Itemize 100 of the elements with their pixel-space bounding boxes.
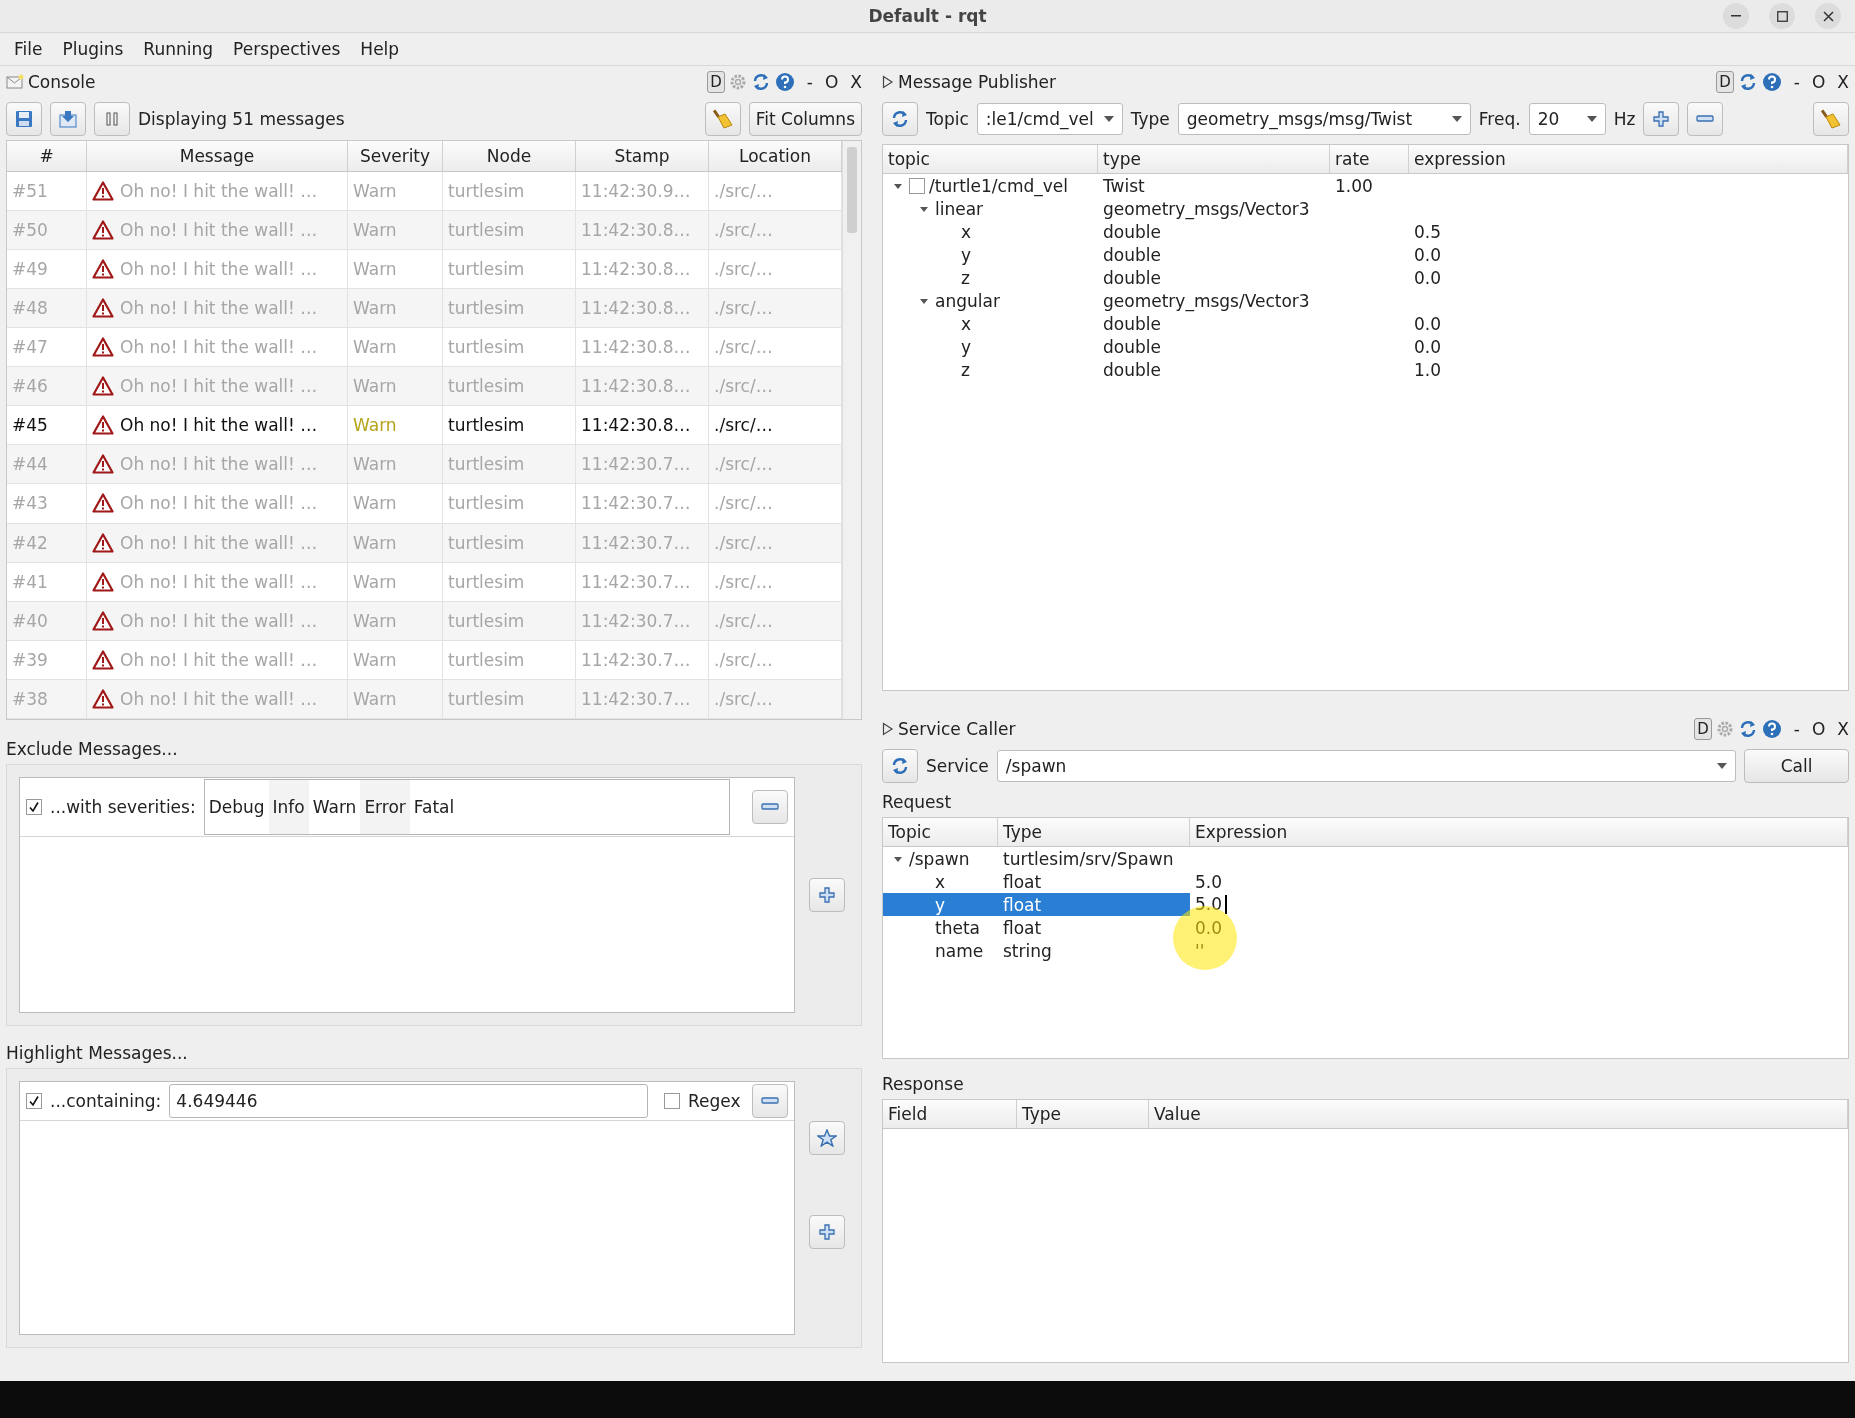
dock-control[interactable]: - bbox=[1793, 719, 1800, 739]
expand-triangle-icon[interactable] bbox=[882, 722, 894, 736]
tree-cell[interactable]: 0.0 bbox=[1414, 336, 1442, 357]
column-header[interactable]: type bbox=[1098, 145, 1330, 173]
column-header[interactable]: Value bbox=[1149, 1100, 1848, 1128]
table-cell: Warn bbox=[348, 640, 443, 680]
collapse-arrow-icon[interactable] bbox=[893, 854, 903, 863]
tree-cell[interactable]: 0.0 bbox=[1414, 267, 1442, 288]
refresh-button[interactable] bbox=[882, 749, 918, 783]
warning-icon bbox=[92, 180, 114, 201]
minimize-button[interactable] bbox=[1723, 3, 1749, 29]
column-header[interactable]: Node bbox=[443, 141, 576, 171]
expand-triangle-icon[interactable] bbox=[882, 75, 894, 89]
message-text: Oh no! I hit the wall! … bbox=[120, 493, 318, 514]
maximize-button[interactable] bbox=[1769, 3, 1795, 29]
dock-control[interactable]: O bbox=[824, 72, 839, 92]
message-text: Oh no! I hit the wall! … bbox=[120, 415, 318, 436]
add-button[interactable] bbox=[1643, 102, 1680, 136]
tree-cell: double bbox=[1103, 313, 1161, 334]
column-header[interactable]: Type bbox=[998, 818, 1190, 846]
menu-item[interactable]: Plugins bbox=[62, 39, 124, 59]
clear-button[interactable] bbox=[1813, 102, 1849, 136]
collapse-arrow-icon[interactable] bbox=[893, 181, 903, 190]
column-header[interactable]: topic bbox=[883, 145, 1098, 173]
collapse-arrow-icon[interactable] bbox=[919, 296, 929, 305]
column-header[interactable]: rate bbox=[1330, 145, 1409, 173]
minus-icon bbox=[1696, 115, 1715, 123]
dock-badge[interactable]: D bbox=[1716, 71, 1734, 93]
add-button[interactable] bbox=[809, 878, 845, 912]
message-text: Oh no! I hit the wall! … bbox=[120, 376, 318, 397]
clear-button[interactable] bbox=[704, 102, 741, 136]
column-header[interactable]: # bbox=[7, 141, 87, 171]
column-header[interactable]: Expression bbox=[1190, 818, 1848, 846]
severity-item[interactable]: Info bbox=[268, 780, 309, 834]
table-cell: #48 bbox=[7, 288, 87, 329]
severity-item[interactable]: Debug bbox=[204, 780, 269, 834]
topic-dropdown[interactable]: :le1/cmd_vel bbox=[976, 103, 1123, 135]
dock-control[interactable]: - bbox=[806, 72, 813, 92]
tree-cell: float bbox=[1003, 917, 1042, 938]
text-field[interactable]: 4.649446 bbox=[169, 1084, 648, 1118]
collapse-arrow-icon[interactable] bbox=[919, 204, 929, 213]
column-header[interactable]: Message bbox=[87, 141, 348, 171]
add-button[interactable] bbox=[809, 1215, 845, 1249]
dock-control[interactable]: X bbox=[850, 72, 862, 92]
column-header[interactable]: Topic bbox=[883, 818, 998, 846]
checkbox[interactable] bbox=[26, 799, 42, 815]
close-button[interactable] bbox=[1815, 3, 1841, 29]
help-icon[interactable] bbox=[1761, 72, 1782, 92]
dock-badge[interactable]: D bbox=[707, 71, 725, 93]
dock-control[interactable]: X bbox=[1837, 719, 1849, 739]
checkbox[interactable] bbox=[664, 1093, 680, 1109]
frequency-dropdown[interactable]: 20 bbox=[1528, 103, 1606, 135]
window-title: Default - rqt bbox=[868, 6, 987, 26]
remove-button[interactable] bbox=[1687, 102, 1724, 136]
call-button[interactable]: Call bbox=[1744, 749, 1849, 783]
dock-control[interactable]: X bbox=[1837, 72, 1849, 92]
column-header[interactable]: expression bbox=[1409, 145, 1848, 173]
dock-control[interactable]: - bbox=[1793, 72, 1800, 92]
pause-button[interactable] bbox=[94, 102, 130, 136]
scrollbar[interactable] bbox=[842, 141, 861, 719]
refresh-icon bbox=[890, 109, 910, 129]
table-cell: 11:42:30.7… bbox=[576, 445, 709, 485]
menu-item[interactable]: Running bbox=[143, 39, 214, 59]
remove-button[interactable] bbox=[752, 1084, 788, 1118]
warning-icon bbox=[92, 571, 114, 592]
table-cell: Warn bbox=[348, 367, 443, 407]
severity-item[interactable]: Error bbox=[360, 780, 410, 834]
severity-item[interactable]: Warn bbox=[308, 780, 361, 834]
tree-cell[interactable]: 5.0 bbox=[1195, 871, 1223, 892]
help-icon[interactable] bbox=[774, 72, 795, 92]
help-icon[interactable] bbox=[1761, 719, 1782, 739]
column-header[interactable]: Field bbox=[883, 1100, 1017, 1128]
severity-item[interactable]: Fatal bbox=[409, 780, 459, 834]
dock-control[interactable]: O bbox=[1811, 719, 1826, 739]
save-button[interactable] bbox=[6, 102, 42, 136]
tree-cell[interactable]: 0.0 bbox=[1414, 244, 1442, 265]
dock-control[interactable]: O bbox=[1811, 72, 1826, 92]
remove-button[interactable] bbox=[752, 790, 788, 824]
service-dropdown[interactable]: /spawn bbox=[996, 750, 1736, 782]
column-header[interactable]: Severity bbox=[348, 141, 443, 171]
checkbox[interactable] bbox=[26, 1093, 42, 1109]
dock-badge[interactable]: D bbox=[1694, 718, 1712, 740]
menu-item[interactable]: Help bbox=[360, 39, 400, 59]
table-cell: Warn bbox=[348, 445, 443, 485]
load-button[interactable] bbox=[50, 102, 86, 136]
column-header[interactable]: Stamp bbox=[576, 141, 709, 171]
table-cell: #49 bbox=[7, 249, 87, 289]
highlight-button[interactable] bbox=[809, 1121, 845, 1155]
tree-cell[interactable]: 0.5 bbox=[1414, 221, 1442, 242]
menu-item[interactable]: File bbox=[14, 39, 43, 59]
column-header[interactable]: Type bbox=[1017, 1100, 1149, 1128]
checkbox[interactable] bbox=[909, 177, 925, 194]
fit-columns-button[interactable]: Fit Columns bbox=[748, 102, 862, 136]
refresh-button[interactable] bbox=[882, 102, 918, 136]
menu-item[interactable]: Perspectives bbox=[233, 39, 341, 59]
tree-cell[interactable]: 1.0 bbox=[1414, 359, 1442, 380]
type-dropdown[interactable]: geometry_msgs/msg/Twist bbox=[1177, 103, 1471, 135]
tree-cell[interactable]: 0.0 bbox=[1414, 313, 1442, 334]
table-cell: turtlesim bbox=[443, 679, 576, 719]
caret-icon bbox=[1103, 116, 1114, 122]
